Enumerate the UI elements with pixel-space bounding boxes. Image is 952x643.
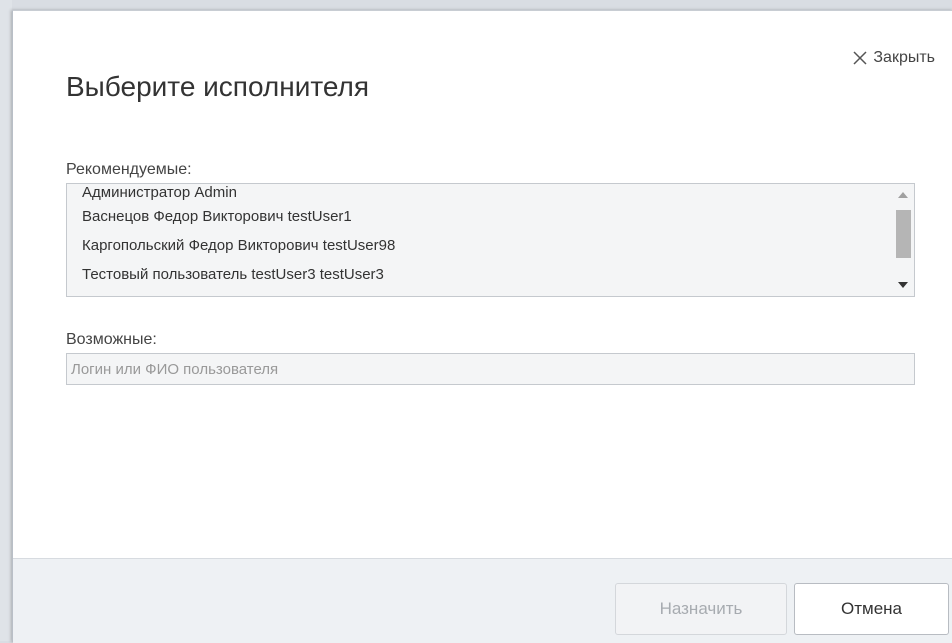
scroll-thumb[interactable] [896, 210, 911, 258]
scroll-up-arrow-icon [898, 192, 908, 198]
recommended-items: Администратор Admin Васнецов Федор Викто… [67, 184, 890, 296]
assign-button[interactable]: Назначить [615, 583, 787, 635]
close-label: Закрыть [873, 49, 935, 66]
vertical-scrollbar[interactable] [892, 184, 914, 296]
dialog-footer: Назначить Отмена [13, 558, 952, 643]
recommended-list[interactable]: Администратор Admin Васнецов Федор Викто… [66, 183, 915, 297]
dialog-title: Выберите исполнителя [66, 71, 370, 102]
list-item[interactable]: Тестовый пользователь testUser3 testUser… [67, 264, 890, 293]
scroll-up-button[interactable] [892, 186, 914, 204]
possible-label: Возможные: [66, 331, 157, 348]
list-item[interactable]: Администратор Admin [67, 184, 890, 206]
close-icon [853, 51, 867, 65]
recommended-label: Рекомендуемые: [66, 161, 192, 178]
select-assignee-dialog: Закрыть Выберите исполнителя Рекомендуем… [12, 10, 952, 643]
list-item[interactable]: Васнецов Федор Викторович testUser1 [67, 206, 890, 235]
scroll-down-button[interactable] [892, 276, 914, 294]
user-search-input[interactable] [66, 353, 915, 385]
backdrop [0, 0, 12, 641]
scroll-down-arrow-icon [898, 282, 908, 288]
list-item[interactable]: Каргопольский Федор Викторович testUser9… [67, 235, 890, 264]
cancel-button[interactable]: Отмена [794, 583, 949, 635]
close-button[interactable]: Закрыть [853, 49, 935, 67]
